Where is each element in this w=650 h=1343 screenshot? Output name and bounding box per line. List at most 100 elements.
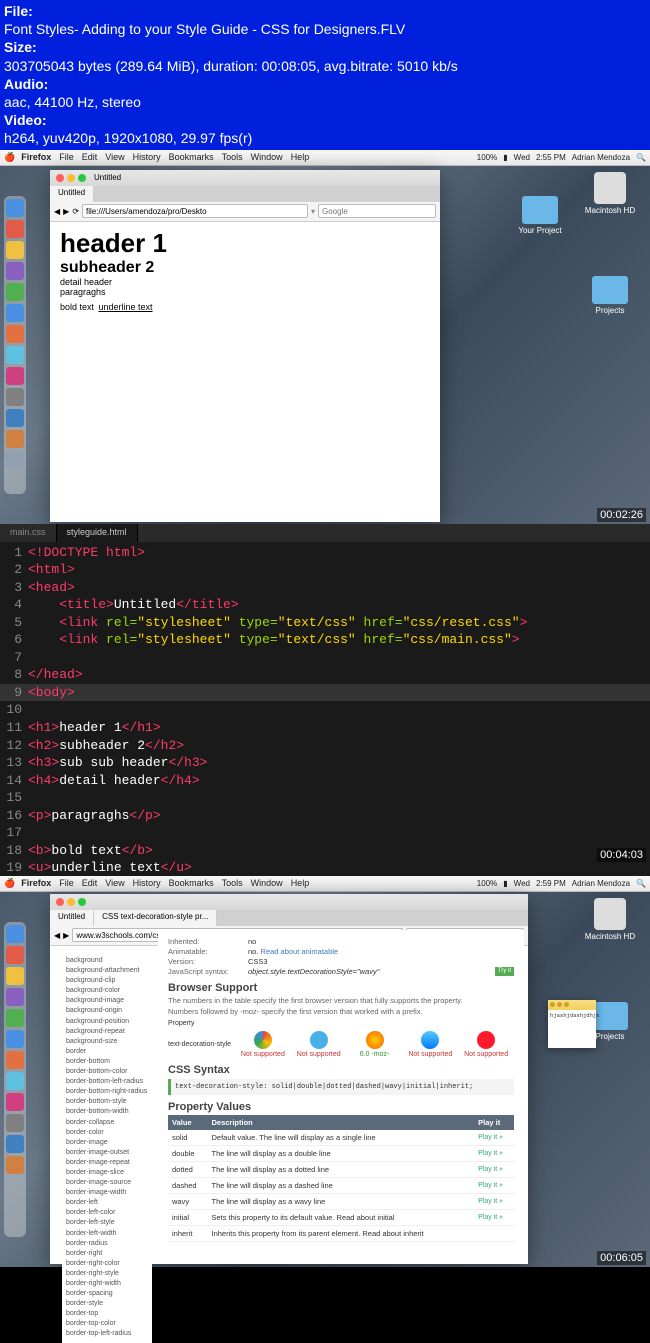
sidebar-item[interactable]: border-bottom-left-radius xyxy=(66,1077,148,1087)
search-icon[interactable]: 🔍 xyxy=(636,153,646,162)
sidebar-item[interactable]: border-bottom-color xyxy=(66,1067,148,1077)
timestamp: 00:06:05 xyxy=(597,1251,646,1265)
sidebar-item[interactable]: border-left-style xyxy=(66,1218,148,1228)
table-row: solidDefault value. The line will displa… xyxy=(168,1130,514,1146)
code-editor: main.css styleguide.html 1<!DOCTYPE html… xyxy=(0,524,650,876)
window-title: Untitled xyxy=(94,173,121,182)
sidebar-item[interactable]: border-left xyxy=(66,1198,148,1208)
playit-link[interactable]: Play it » xyxy=(474,1193,514,1209)
editor-tab-maincss[interactable]: main.css xyxy=(0,524,57,542)
close-button[interactable] xyxy=(56,174,64,182)
back-button[interactable]: ◀ xyxy=(54,931,60,940)
sidebar-item[interactable]: background-position xyxy=(66,1016,148,1026)
sidebar-item[interactable]: background-repeat xyxy=(66,1026,148,1036)
safari-icon xyxy=(421,1031,439,1049)
desktop-folder-yourproject[interactable]: Your Project xyxy=(510,196,570,235)
doc-main: Inherited:no Animatable:no. Read about a… xyxy=(158,930,524,1248)
browser-support-heading: Browser Support xyxy=(168,982,514,994)
sidebar-item[interactable]: border-image-source xyxy=(66,1178,148,1188)
sidebar-item[interactable]: border-image xyxy=(66,1137,148,1147)
zoom-button[interactable] xyxy=(78,174,86,182)
sidebar-item[interactable]: border-bottom-right-radius xyxy=(66,1087,148,1097)
apple-icon[interactable]: 🍎 xyxy=(4,878,15,889)
sidebar-item[interactable]: border-bottom-style xyxy=(66,1097,148,1107)
sidebar-item[interactable]: border-bottom xyxy=(66,1056,148,1066)
stickies-window[interactable]: hjashjdashjdhjk xyxy=(548,1000,596,1048)
tryit-button[interactable]: Try it xyxy=(495,967,514,976)
sidebar-item[interactable]: border-top-color xyxy=(66,1319,148,1329)
editor-tab-styleguide[interactable]: styleguide.html xyxy=(57,524,138,542)
url-bar[interactable] xyxy=(82,204,308,218)
playit-link[interactable]: Play it » xyxy=(474,1209,514,1225)
playit-link[interactable]: Play it » xyxy=(474,1177,514,1193)
table-row: inheritInherits this property from its p… xyxy=(168,1225,514,1241)
desktop-hd[interactable]: Macintosh HD xyxy=(580,898,640,941)
playit-link[interactable]: Play it » xyxy=(474,1130,514,1146)
sidebar-item[interactable]: border-image-slice xyxy=(66,1167,148,1177)
chrome-icon xyxy=(254,1031,272,1049)
macos-menubar: 🍎 Firefox File Edit View History Bookmar… xyxy=(0,876,650,892)
browser-tab-css[interactable]: CSS text-decoration-style pr... xyxy=(94,910,217,926)
timestamp: 00:02:26 xyxy=(597,508,646,522)
sidebar-item[interactable]: background-image xyxy=(66,996,148,1006)
sidebar-item[interactable]: border-radius xyxy=(66,1238,148,1248)
desktop-folder-projects[interactable]: Projects xyxy=(580,276,640,315)
sidebar-item[interactable]: background-clip xyxy=(66,976,148,986)
sidebar-item[interactable]: border-collapse xyxy=(66,1117,148,1127)
sidebar-item[interactable]: border-right-color xyxy=(66,1258,148,1268)
sidebar-item[interactable]: border-color xyxy=(66,1127,148,1137)
table-row: dottedThe line will display as a dotted … xyxy=(168,1161,514,1177)
sidebar-item[interactable]: border-image-repeat xyxy=(66,1157,148,1167)
playit-link[interactable]: Play it » xyxy=(474,1145,514,1161)
playit-link[interactable] xyxy=(474,1225,514,1241)
sidebar-item[interactable]: background-attachment xyxy=(66,966,148,976)
sidebar-item[interactable]: background-size xyxy=(66,1036,148,1046)
sidebar-item[interactable]: border-left-width xyxy=(66,1228,148,1238)
file-info-header: File: Font Styles- Adding to your Style … xyxy=(0,0,650,150)
app-name[interactable]: Firefox xyxy=(21,152,51,162)
playit-link[interactable]: Play it » xyxy=(474,1161,514,1177)
property-values-heading: Property Values xyxy=(168,1101,514,1113)
browser-tab[interactable]: Untitled xyxy=(50,186,94,202)
cssref-sidebar[interactable]: backgroundbackground-attachmentbackgroun… xyxy=(62,952,152,1343)
macos-menubar: 🍎 Firefox File Edit View History Bookmar… xyxy=(0,150,650,166)
sidebar-item[interactable]: background-origin xyxy=(66,1006,148,1016)
screenshot-1: 🍎 Firefox File Edit View History Bookmar… xyxy=(0,150,650,524)
dock[interactable] xyxy=(4,196,26,494)
sidebar-item[interactable]: border-right-style xyxy=(66,1268,148,1278)
search-icon[interactable]: 🔍 xyxy=(636,879,646,888)
sidebar-item[interactable]: background xyxy=(66,956,148,966)
desktop-hd[interactable]: Macintosh HD xyxy=(580,172,640,215)
sidebar-item[interactable]: border-right xyxy=(66,1248,148,1258)
minimize-button[interactable] xyxy=(67,174,75,182)
sidebar-item[interactable]: border-image-outset xyxy=(66,1147,148,1157)
screenshot-3: 🍎 Firefox File Edit View History Bookmar… xyxy=(0,876,650,1267)
sidebar-item[interactable]: border-top xyxy=(66,1309,148,1319)
forward-button[interactable]: ▶ xyxy=(63,207,69,216)
firefox-icon xyxy=(366,1031,384,1049)
forward-button[interactable]: ▶ xyxy=(63,931,69,940)
reload-button[interactable]: ⟳ xyxy=(72,207,79,216)
table-row: wavyThe line will display as a wavy line… xyxy=(168,1193,514,1209)
back-button[interactable]: ◀ xyxy=(54,207,60,216)
sidebar-item[interactable]: border xyxy=(66,1046,148,1056)
sidebar-item[interactable]: border-style xyxy=(66,1299,148,1309)
page-h1: header 1 xyxy=(60,228,430,259)
sidebar-item[interactable]: border-right-width xyxy=(66,1279,148,1289)
sidebar-item[interactable]: border-image-width xyxy=(66,1188,148,1198)
sidebar-item[interactable]: border-spacing xyxy=(66,1289,148,1299)
dock[interactable] xyxy=(4,922,26,1237)
apple-icon[interactable]: 🍎 xyxy=(4,152,15,163)
property-values-table: ValueDescriptionPlay it solidDefault val… xyxy=(168,1115,514,1242)
table-row: initialSets this property to its default… xyxy=(168,1209,514,1225)
animatable-link[interactable]: Read about animatable xyxy=(261,947,339,956)
browser-tab-untitled[interactable]: Untitled xyxy=(50,910,94,926)
sidebar-item[interactable]: border-left-color xyxy=(66,1208,148,1218)
ie-icon xyxy=(310,1031,328,1049)
sidebar-item[interactable]: border-bottom-width xyxy=(66,1107,148,1117)
sidebar-item[interactable]: border-top-left-radius xyxy=(66,1329,148,1339)
sidebar-item[interactable]: background-color xyxy=(66,986,148,996)
battery-icon: ▮ xyxy=(503,153,507,162)
search-bar[interactable] xyxy=(318,204,436,218)
battery-pct: 100% xyxy=(477,153,497,162)
